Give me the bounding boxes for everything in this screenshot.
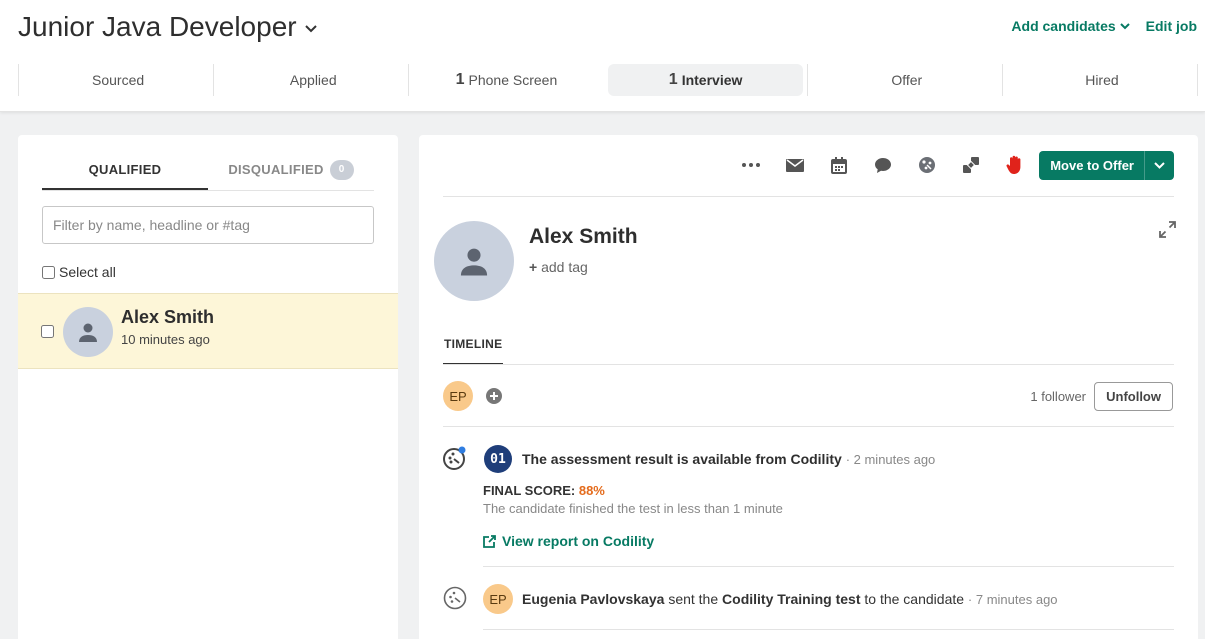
divider: [483, 629, 1174, 630]
comment-icon[interactable]: [861, 150, 905, 180]
followers-count: 1 follower: [1030, 389, 1086, 404]
divider: [443, 196, 1174, 197]
assessment-gauge-icon: [443, 446, 467, 475]
select-all-checkbox[interactable]: [42, 265, 55, 279]
candidate-list-panel: QUALIFIED DISQUALIFIED 0 Select all Alex …: [18, 135, 398, 639]
chevron-down-icon: [1119, 22, 1130, 29]
event-title-text: The assessment result is available from …: [522, 451, 842, 467]
stage-label: Applied: [289, 72, 337, 88]
stage-label: Sourced: [92, 72, 145, 88]
candidate-name-heading: Alex Smith: [529, 225, 638, 248]
stage-count: 1: [668, 71, 678, 88]
stage-interview[interactable]: 1 Interview: [607, 64, 803, 96]
candidate-name: Alex Smith: [121, 307, 215, 327]
divider: [443, 426, 1174, 427]
pipeline-stages: Sourced Applied 1 Phone Screen 1 Interview…: [18, 64, 1199, 96]
candidate-detail-panel: Move to Offer Alex Smith + add tag TIMEL…: [419, 135, 1198, 639]
qualification-tabs: QUALIFIED DISQUALIFIED 0: [42, 155, 374, 191]
move-to-offer-button[interactable]: Move to Offer: [1039, 150, 1174, 180]
stage-phone-screen[interactable]: 1 Phone Screen: [408, 64, 603, 96]
event-time: · 2 minutes ago: [845, 452, 936, 467]
move-button-label: Move to Offer: [1050, 157, 1134, 173]
user-icon: [460, 248, 488, 276]
chevron-down-icon: [1154, 161, 1165, 169]
timeline-event-title: The assessment result is available from …: [522, 451, 935, 467]
add-follower-icon[interactable]: [486, 388, 502, 409]
user-icon: [79, 323, 97, 342]
chevron-down-icon: [304, 25, 317, 33]
stage-count: 1: [455, 71, 465, 88]
stage-applied[interactable]: Applied: [213, 64, 408, 96]
candidate-list-item[interactable]: Alex Smith 10 minutes ago: [18, 293, 398, 369]
event-object: Codility Training test: [722, 591, 861, 607]
calendar-icon[interactable]: [817, 150, 861, 180]
view-report-link[interactable]: View report on Codility: [483, 533, 654, 549]
event-actor: Eugenia Pavlovskaya: [522, 591, 665, 607]
timeline-event-text: Eugenia Pavlovskaya sent the Codility Tr…: [522, 591, 1058, 607]
external-link-icon: [483, 534, 496, 548]
filter-input[interactable]: [42, 206, 374, 244]
score-label: FINAL SCORE:: [483, 483, 576, 498]
stage-sourced[interactable]: Sourced: [18, 64, 213, 96]
disqualified-count-badge: 0: [329, 160, 354, 180]
final-score: FINAL SCORE: 88%: [483, 483, 605, 498]
candidate-toolbar: Move to Offer: [729, 150, 1174, 180]
candidate-time: 10 minutes ago: [121, 332, 210, 347]
add-tag-link[interactable]: + add tag: [529, 259, 588, 275]
codility-badge: 01: [484, 445, 512, 473]
tab-label: QUALIFIED: [88, 162, 162, 177]
select-all[interactable]: Select all: [42, 264, 116, 280]
actor-avatar: EP: [483, 584, 513, 614]
tab-label: DISQUALIFIED: [228, 162, 324, 177]
divider: [483, 566, 1174, 567]
edit-job-link[interactable]: Edit job: [1146, 18, 1197, 34]
follower-avatar: EP: [443, 381, 473, 411]
score-value: 88%: [578, 483, 605, 498]
select-all-label: Select all: [59, 264, 116, 280]
event-suffix: to the candidate: [864, 591, 965, 607]
add-candidates-label: Add candidates: [1011, 18, 1116, 34]
stage-hired[interactable]: Hired: [1001, 64, 1199, 96]
email-icon[interactable]: [773, 150, 817, 180]
candidate-checkbox[interactable]: [41, 325, 54, 338]
score-note: The candidate finished the test in less …: [483, 501, 783, 516]
tab-timeline[interactable]: TIMELINE: [443, 337, 504, 365]
job-title-dropdown[interactable]: Junior Java Developer: [18, 11, 317, 43]
stage-offer[interactable]: Offer: [806, 64, 1002, 96]
stage-label: Phone Screen: [468, 72, 558, 88]
job-title: Junior Java Developer: [18, 11, 297, 42]
candidate-avatar: [434, 221, 514, 301]
avatar: [63, 307, 113, 357]
tab-disqualified[interactable]: DISQUALIFIED 0: [208, 155, 374, 190]
add-tag-label: add tag: [541, 259, 588, 275]
plus-icon: +: [529, 259, 538, 275]
move-dropdown-toggle[interactable]: [1144, 150, 1174, 180]
divider: [443, 364, 1174, 365]
more-options-icon[interactable]: [729, 150, 773, 180]
assessment-icon[interactable]: [905, 150, 949, 180]
integrations-icon[interactable]: [949, 150, 993, 180]
top-bar: Junior Java Developer Add candidates Edi…: [0, 0, 1205, 112]
stage-label: Interview: [681, 72, 743, 88]
expand-icon[interactable]: [1159, 221, 1176, 243]
event-verb: sent the: [668, 591, 719, 607]
event-time: · 7 minutes ago: [967, 592, 1058, 607]
add-candidates-button[interactable]: Add candidates: [1011, 18, 1130, 34]
disqualify-hand-icon[interactable]: [993, 150, 1037, 180]
stage-label: Hired: [1085, 72, 1119, 88]
stage-label: Offer: [891, 72, 923, 88]
assessment-gauge-icon: [443, 586, 467, 615]
unfollow-button[interactable]: Unfollow: [1094, 382, 1173, 411]
tab-qualified[interactable]: QUALIFIED: [42, 155, 208, 190]
view-report-label: View report on Codility: [502, 533, 655, 549]
